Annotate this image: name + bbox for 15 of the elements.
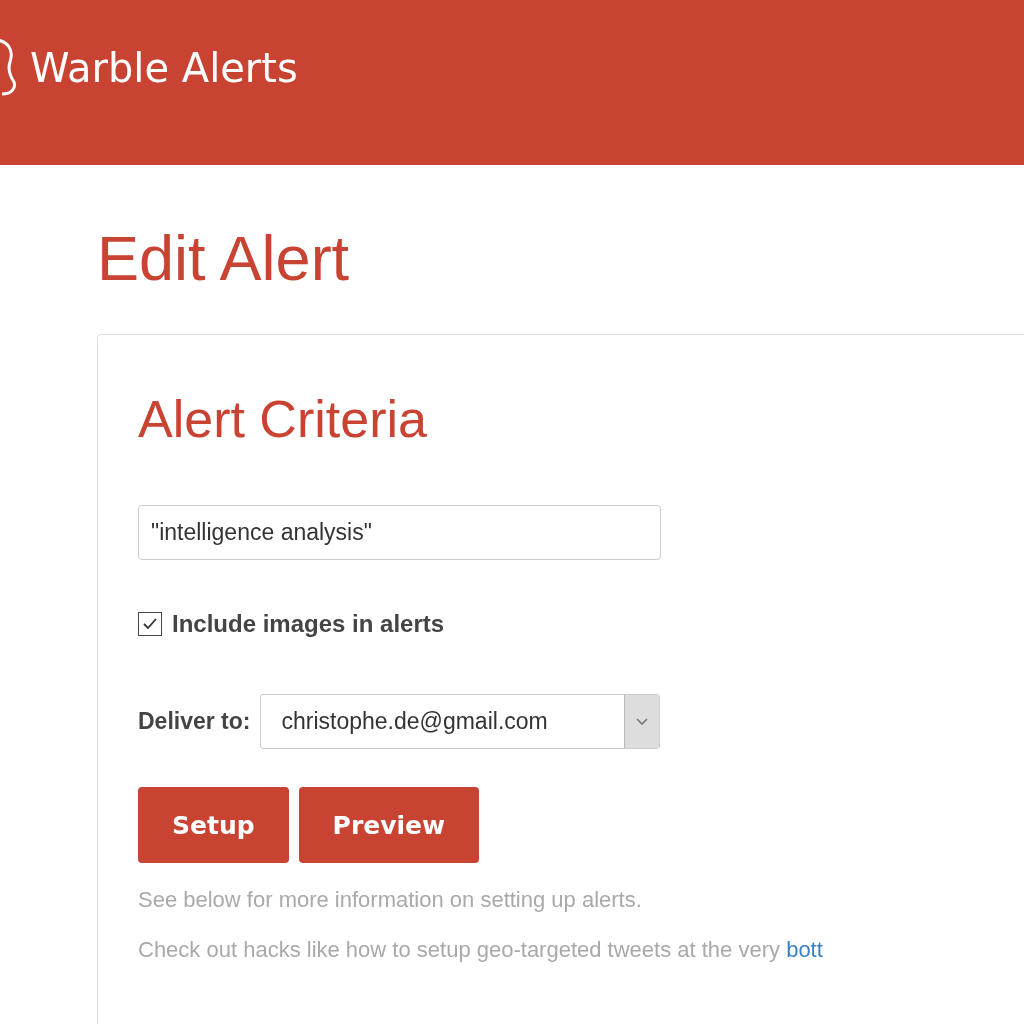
page-title: Edit Alert [97,227,351,290]
preview-button[interactable]: Preview [298,787,480,863]
checkbox-label: Include images in alerts [172,610,445,638]
checkmark-icon [142,617,158,631]
chevron-down-icon [636,717,649,726]
email-dropdown[interactable]: christophe.de@gmail.com [260,694,661,749]
deliver-label: Deliver to: [138,708,251,735]
setup-button[interactable]: Setup [138,787,289,863]
bottom-link[interactable]: bott [786,937,823,962]
checkbox[interactable] [138,612,162,636]
section-title: Alert Criteria [138,393,428,445]
brand-name[interactable]: Warble Alerts [30,44,298,91]
hacks-text: Check out hacks like how to setup geo-targeted tweets at the very bott [138,937,824,963]
query-field[interactable]: "intelligence analysis" [138,505,661,560]
help-text: See below for more information on setting up alerts. [138,887,643,913]
